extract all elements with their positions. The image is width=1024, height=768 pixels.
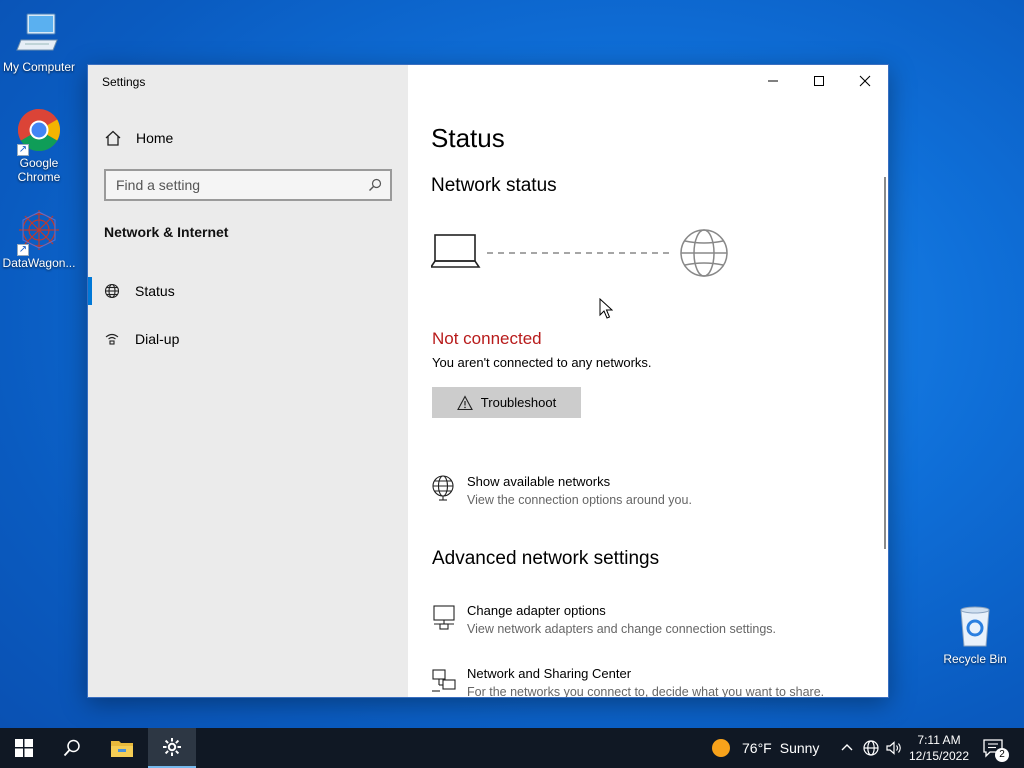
recycle-bin-icon <box>951 602 999 650</box>
link-title: Show available networks <box>467 474 611 489</box>
desktop-icon-datawagon[interactable]: ↗ DataWagon... <box>0 206 78 270</box>
link-description: View the connection options around you. <box>467 493 692 507</box>
network-adapter-icon <box>433 605 455 630</box>
file-explorer-button[interactable] <box>98 728 146 768</box>
page-title: Status <box>431 123 505 153</box>
desktop-icon-label: My Computer <box>2 60 76 74</box>
search-box[interactable] <box>104 169 392 201</box>
dialup-icon <box>105 333 119 345</box>
folder-icon <box>111 741 133 757</box>
computer-icon <box>15 10 63 58</box>
globe-icon <box>104 283 120 299</box>
search-input[interactable] <box>116 177 346 193</box>
desktop-icon-label: DataWagon... <box>2 256 76 270</box>
network-sharing-center-link[interactable]: Network and Sharing Center For the netwo… <box>431 665 825 698</box>
datawagon-icon: ↗ <box>15 206 63 256</box>
settings-content: Status Network status Not connected You … <box>408 65 888 697</box>
desktop-icon-recycle-bin[interactable]: Recycle Bin <box>936 602 1014 666</box>
laptop-icon <box>431 234 481 268</box>
link-description: View network adapters and change connect… <box>467 622 776 636</box>
weather-condition: Sunny <box>779 740 820 756</box>
desktop-icon-label: Recycle Bin <box>943 652 1007 666</box>
search-icon[interactable] <box>368 178 382 192</box>
weather-widget[interactable]: 76°F Sunny <box>712 728 819 768</box>
warning-icon <box>456 394 473 410</box>
change-adapter-options-link[interactable]: Change adapter options View network adap… <box>431 602 776 638</box>
internet-globe-icon <box>680 229 728 277</box>
home-label: Home <box>136 130 174 146</box>
sidebar-item-status[interactable]: Status <box>88 271 408 311</box>
notification-count-badge: 2 <box>995 748 1009 762</box>
speaker-icon[interactable] <box>885 739 903 757</box>
link-description: For the networks you connect to, decide … <box>467 685 825 698</box>
sidebar-item-dial-up[interactable]: Dial-up <box>88 319 408 359</box>
action-center-button[interactable]: 2 <box>982 737 1009 762</box>
home-link[interactable]: Home <box>104 129 173 147</box>
settings-sidebar: Settings Home Network & Internet <box>88 65 408 697</box>
sidebar-item-label: Dial-up <box>135 331 180 347</box>
mouse-cursor-icon <box>599 298 613 319</box>
shortcut-arrow-icon: ↗ <box>17 144 29 156</box>
troubleshoot-label: Troubleshoot <box>480 395 557 410</box>
settings-window: Settings Home Network & Internet <box>87 64 889 698</box>
troubleshoot-button[interactable]: Troubleshoot <box>432 387 581 418</box>
content-scrollbar[interactable] <box>884 177 886 549</box>
chrome-icon: ↗ <box>15 106 63 156</box>
shortcut-arrow-icon: ↗ <box>17 244 29 256</box>
chevron-up-icon[interactable] <box>838 739 856 757</box>
window-title: Settings <box>102 75 146 89</box>
network-diagram <box>431 229 728 277</box>
search-icon <box>63 739 80 757</box>
network-globe-icon <box>432 475 454 501</box>
sidebar-item-label: Status <box>135 283 175 299</box>
gear-icon <box>163 738 181 756</box>
link-title: Network and Sharing Center <box>467 666 632 681</box>
weather-temp: 76°F <box>742 740 772 756</box>
connection-status-text: Not connected <box>432 329 542 348</box>
taskbar-clock[interactable]: 7:11 AM 12/15/2022 <box>906 732 972 764</box>
settings-taskbar-button[interactable] <box>148 728 196 768</box>
windows-logo-icon <box>15 739 33 757</box>
link-title: Change adapter options <box>467 603 606 618</box>
search-taskbar-button[interactable] <box>48 728 96 768</box>
network-globe-icon[interactable] <box>862 739 880 757</box>
start-button[interactable] <box>0 728 48 768</box>
desktop-icon-my-computer[interactable]: My Computer <box>0 10 78 74</box>
clock-date: 12/15/2022 <box>908 749 970 763</box>
advanced-settings-heading: Advanced network settings <box>432 548 660 569</box>
clock-time: 7:11 AM <box>917 733 961 747</box>
desktop-icon-chrome[interactable]: ↗ Google Chrome <box>0 106 78 184</box>
network-status-heading: Network status <box>431 175 557 196</box>
sharing-center-icon <box>432 669 456 692</box>
taskbar: 76°F Sunny 7:11 AM 12/15/2022 2 <box>0 728 1024 768</box>
desktop-icon-label: Google Chrome <box>17 156 61 184</box>
sunny-icon <box>712 739 730 757</box>
connection-status-description: You aren't connected to any networks. <box>432 355 652 370</box>
show-available-networks-link[interactable]: Show available networks View the connect… <box>431 473 692 509</box>
sidebar-section-title: Network & Internet <box>104 224 229 240</box>
home-icon <box>105 130 121 146</box>
